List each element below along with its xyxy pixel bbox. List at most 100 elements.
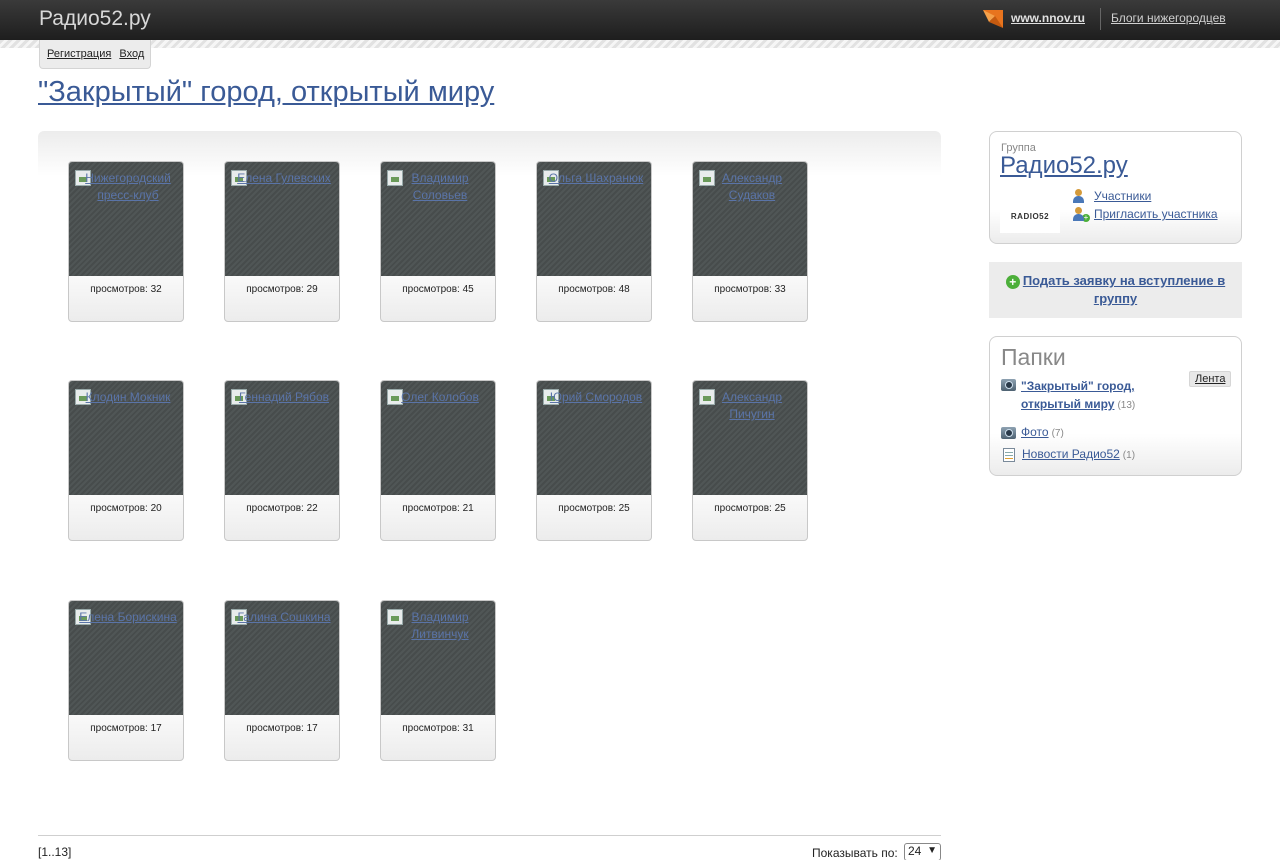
plus-icon: + xyxy=(1005,275,1020,289)
feed-tab[interactable]: Лента xyxy=(1189,371,1232,387)
photo-thumbnail-link[interactable]: Геннадий Рябов xyxy=(225,381,339,495)
photo-thumbnail-link[interactable]: Ольга Шахранюк xyxy=(537,162,651,276)
view-count-prefix: просмотров: xyxy=(90,723,148,734)
view-count-prefix: просмотров: xyxy=(558,284,616,295)
view-count: просмотров: 45 xyxy=(381,284,495,295)
photo-card: Олег Колобов просмотров: 21 xyxy=(380,380,496,541)
per-page-select[interactable]: 24 ▼ xyxy=(904,843,941,860)
register-link[interactable]: Регистрация xyxy=(47,48,111,60)
view-count-prefix: просмотров: xyxy=(402,284,460,295)
invite-member-icon: + xyxy=(1073,207,1090,222)
view-count-prefix: просмотров: xyxy=(714,503,772,514)
photo-thumbnail-link[interactable]: Клодин Мокник xyxy=(69,381,183,495)
photo-thumbnail-link[interactable]: Александр Судаков xyxy=(693,162,807,276)
group-logo-text: RADIO52 xyxy=(1010,211,1050,221)
photo-thumbnail-link[interactable]: Владимир Соловьев xyxy=(381,162,495,276)
view-count: просмотров: 29 xyxy=(225,284,339,295)
members-icon xyxy=(1073,189,1089,203)
view-count: просмотров: 17 xyxy=(69,723,183,734)
page-title[interactable]: "Закрытый" город, открытый миру xyxy=(38,76,494,109)
view-count: просмотров: 21 xyxy=(381,503,495,514)
view-count-prefix: просмотров: xyxy=(90,503,148,514)
view-count-value: 25 xyxy=(618,503,630,514)
folder-item: Фото (7) xyxy=(1001,425,1064,439)
per-page-label: Показывать по: xyxy=(812,846,898,860)
photo-thumbnail-link[interactable]: Елена Борискина xyxy=(69,601,183,715)
group-info-box: Группа Радио52.ру RADIO52 Участники + Пр… xyxy=(989,131,1242,244)
view-count: просмотров: 31 xyxy=(381,723,495,734)
photo-card: Ольга Шахранюк просмотров: 48 xyxy=(536,161,652,322)
folders-title: Папки xyxy=(1001,344,1066,370)
photo-thumbnail-link[interactable]: Александр Пичугин xyxy=(693,381,807,495)
view-count: просмотров: 25 xyxy=(537,503,651,514)
photo-caption: Александр Пичугин xyxy=(721,390,783,421)
photo-card: Галина Сошкина просмотров: 17 xyxy=(224,600,340,761)
photo-caption: Клодин Мокник xyxy=(85,390,171,404)
view-count-prefix: просмотров: xyxy=(714,284,772,295)
camera-icon xyxy=(1001,379,1016,391)
join-group-button[interactable]: + Подать заявку на вступление в группу xyxy=(989,272,1242,308)
invite-link-label: Пригласить участника xyxy=(1094,207,1218,221)
group-name-link[interactable]: Радио52.ру xyxy=(1000,152,1128,180)
view-count-value: 17 xyxy=(150,723,162,734)
view-count: просмотров: 33 xyxy=(693,284,807,295)
view-count-prefix: просмотров: xyxy=(402,503,460,514)
photo-caption: Юрий Смородов xyxy=(549,390,643,404)
folder-link[interactable]: Новости Радио52 xyxy=(1022,447,1120,461)
photo-caption: Олег Колобов xyxy=(401,390,479,404)
photo-card: Елена Гулевских просмотров: 29 xyxy=(224,161,340,322)
view-count-value: 21 xyxy=(462,503,474,514)
view-count: просмотров: 17 xyxy=(225,723,339,734)
group-logo[interactable]: RADIO52 xyxy=(1000,199,1060,233)
top-separator xyxy=(1100,8,1101,30)
folder-item: "Закрытый" город, открытый миру (13) xyxy=(1001,377,1146,415)
nnov-logo-icon[interactable] xyxy=(981,8,1005,30)
top-bar: Радио52.ру www.nnov.ru Блоги нижегородце… xyxy=(0,0,1280,40)
document-icon xyxy=(1003,448,1015,462)
folder-entry: Фото (7) xyxy=(1021,425,1064,439)
members-link-label: Участники xyxy=(1094,189,1152,203)
folder-count: (7) xyxy=(1051,428,1064,439)
photo-card: Александр Пичугин просмотров: 25 xyxy=(692,380,808,541)
invite-member-link[interactable]: + Пригласить участника xyxy=(1073,207,1218,222)
photo-thumbnail-link[interactable]: Владимир Литвинчук xyxy=(381,601,495,715)
members-link[interactable]: Участники xyxy=(1073,189,1151,203)
folder-entry: Новости Радио52 (1) xyxy=(1022,447,1135,461)
camera-icon xyxy=(1001,427,1016,439)
per-page-value: 24 xyxy=(908,844,922,858)
photo-card: Владимир Соловьев просмотров: 45 xyxy=(380,161,496,322)
view-count-value: 48 xyxy=(618,284,630,295)
page-range: [1..13] xyxy=(38,845,72,859)
view-count-value: 32 xyxy=(150,284,162,295)
photo-card: Елена Борискина просмотров: 17 xyxy=(68,600,184,761)
photo-gallery: Нижегородский пресс-клуб просмотров: 32 Ел… xyxy=(38,131,941,811)
view-count-prefix: просмотров: xyxy=(246,723,304,734)
photo-caption: Елена Борискина xyxy=(79,610,177,624)
view-count-value: 29 xyxy=(306,284,318,295)
photo-card: Александр Судаков просмотров: 33 xyxy=(692,161,808,322)
folder-link[interactable]: Фото xyxy=(1021,425,1049,439)
photo-thumbnail-link[interactable]: Олег Колобов xyxy=(381,381,495,495)
folder-entry: "Закрытый" город, открытый миру (13) xyxy=(1021,377,1146,415)
view-count-value: 25 xyxy=(774,503,786,514)
blogs-link[interactable]: Блоги нижегородцев xyxy=(1111,11,1226,25)
login-link[interactable]: Вход xyxy=(119,48,144,60)
photo-caption: Александр Судаков xyxy=(721,171,783,202)
view-count-value: 17 xyxy=(306,723,318,734)
header-stripe xyxy=(0,40,1280,48)
nnov-link[interactable]: www.nnov.ru xyxy=(1011,11,1085,25)
photo-caption: Владимир Соловьев xyxy=(411,171,469,202)
join-group-box: + Подать заявку на вступление в группу xyxy=(989,262,1242,318)
view-count-prefix: просмотров: xyxy=(246,284,304,295)
view-count: просмотров: 20 xyxy=(69,503,183,514)
site-title-link[interactable]: Радио52.ру xyxy=(39,7,151,31)
photo-thumbnail-link[interactable]: Юрий Смородов xyxy=(537,381,651,495)
photo-caption: Елена Гулевских xyxy=(237,171,331,185)
photo-thumbnail-link[interactable]: Нижегородский пресс-клуб xyxy=(69,162,183,276)
view-count-value: 33 xyxy=(774,284,786,295)
view-count-value: 20 xyxy=(150,503,162,514)
photo-thumbnail-link[interactable]: Елена Гулевских xyxy=(225,162,339,276)
photo-thumbnail-link[interactable]: Галина Сошкина xyxy=(225,601,339,715)
pagination-divider xyxy=(38,835,941,836)
join-group-label: Подать заявку на вступление в группу xyxy=(1022,273,1226,306)
